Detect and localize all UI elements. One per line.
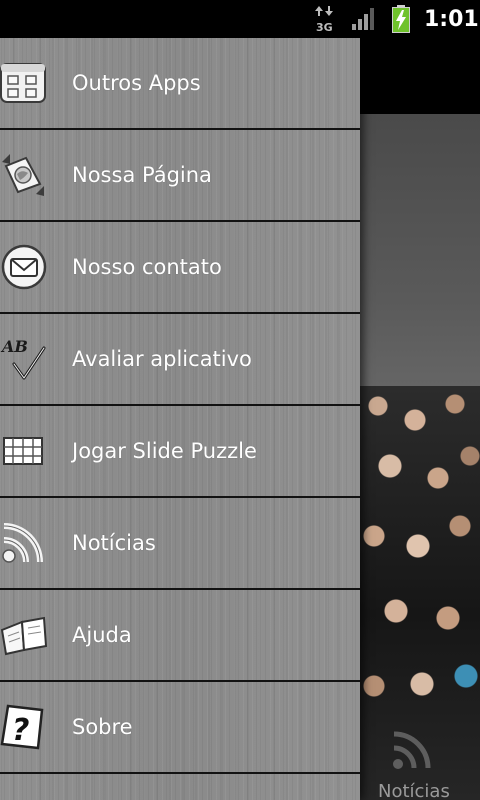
apps-grid-icon <box>0 38 50 128</box>
menu-item-label: Outros Apps <box>72 71 201 95</box>
menu-item-sobre[interactable]: ? Sobre <box>0 682 360 774</box>
signal-icon <box>350 0 378 38</box>
menu-item-label: Nosso contato <box>72 255 222 279</box>
app-header-area <box>360 114 480 424</box>
data-transfer-icon: 3G <box>312 0 338 38</box>
phone-screen: 3G 1:01 Notícias Outros Apps Nossa Págin… <box>0 0 480 800</box>
question-icon: ? <box>0 682 50 772</box>
network-type-text: 3G <box>316 21 333 34</box>
menu-item-label: Notícias <box>72 531 156 555</box>
svg-text:?: ? <box>12 713 29 748</box>
tab-noticias-label[interactable]: Notícias <box>378 781 450 800</box>
menu-item-avaliar-aplicativo[interactable]: AB Avaliar aplicativo <box>0 314 360 406</box>
book-icon <box>0 590 50 680</box>
app-action-bar <box>360 38 480 114</box>
rate-ab-check-icon: AB <box>0 314 50 404</box>
puzzle-grid-icon <box>0 406 50 496</box>
status-bar: 3G 1:01 <box>0 0 480 38</box>
battery-charging-icon <box>390 0 412 38</box>
status-clock: 1:01 <box>424 6 479 32</box>
menu-item-label: Jogar Slide Puzzle <box>72 439 257 463</box>
rss-icon[interactable] <box>390 728 434 772</box>
menu-item-nosso-contato[interactable]: Nosso contato <box>0 222 360 314</box>
menu-item-label: Nossa Página <box>72 163 212 187</box>
navigation-drawer: Outros Apps Nossa Página Nosso contato A… <box>0 38 360 800</box>
background-app: Notícias <box>360 38 480 800</box>
menu-item-label: Avaliar aplicativo <box>72 347 252 371</box>
menu-item-outros-apps[interactable]: Outros Apps <box>0 38 360 130</box>
svg-text:AB: AB <box>0 337 28 356</box>
rss-icon <box>0 498 50 588</box>
menu-item-label: Ajuda <box>72 623 132 647</box>
drawer-bottom-spacer <box>0 774 360 798</box>
menu-item-noticias[interactable]: Notícias <box>0 498 360 590</box>
menu-item-ajuda[interactable]: Ajuda <box>0 590 360 682</box>
menu-item-nossa-pagina[interactable]: Nossa Página <box>0 130 360 222</box>
mail-icon <box>0 222 50 312</box>
globe-page-icon <box>0 130 50 220</box>
menu-item-jogar-slide-puzzle[interactable]: Jogar Slide Puzzle <box>0 406 360 498</box>
menu-item-label: Sobre <box>72 715 133 739</box>
